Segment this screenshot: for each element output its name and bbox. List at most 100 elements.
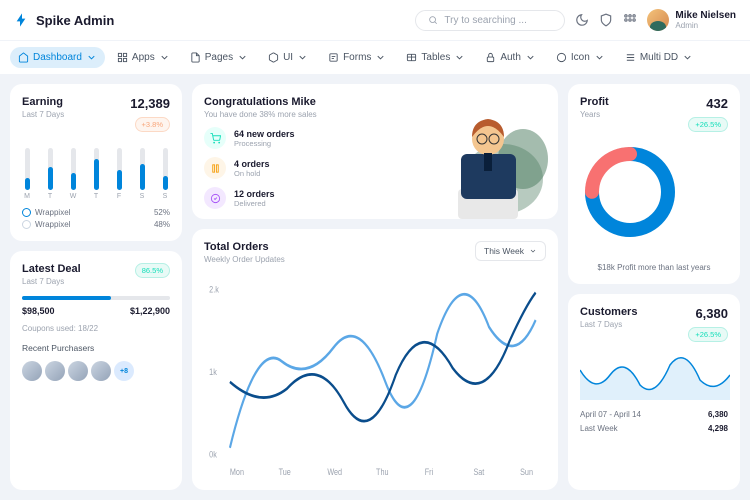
customers-title: Customers [580,306,637,318]
tab-apps[interactable]: Apps [109,47,178,68]
deal-target: $1,22,900 [130,306,170,316]
earning-change: +3.8% [135,117,170,132]
earning-chart: M T W T F S S [22,142,170,200]
orders-subtitle: Weekly Order Updates [204,255,285,264]
svg-text:Tue: Tue [279,466,291,477]
earning-value: 12,389 [130,96,170,111]
orders-title: Total Orders [204,241,285,253]
search-icon [428,15,438,25]
customers-row: April 07 - April 146,380 [580,410,728,419]
nav-tabs: Dashboard Apps Pages UI Forms Tables Aut… [0,40,750,74]
tab-pages[interactable]: Pages [182,47,256,68]
chevron-down-icon [86,52,97,63]
avatar[interactable] [68,361,88,381]
home-icon [18,52,29,63]
apps-icon[interactable] [623,13,637,27]
lock-icon [485,52,496,63]
chevron-down-icon [682,52,693,63]
profit-donut [580,142,680,242]
deal-badge: 86.5% [135,263,170,278]
box-icon [268,52,279,63]
tab-dashboard[interactable]: Dashboard [10,47,105,68]
customers-sparkline [580,350,730,400]
chevron-down-icon [237,52,248,63]
table-icon [406,52,417,63]
profit-card: Profit Years 432 +26.5% $18k Profit more t… [568,84,740,284]
svg-text:Fri: Fri [425,466,434,477]
chevron-down-icon [594,52,605,63]
customers-subtitle: Last 7 Days [580,320,637,329]
deal-title: Latest Deal [22,263,81,275]
shield-icon[interactable] [599,13,613,27]
profit-note: $18k Profit more than last years [580,263,728,272]
customers-row: Last Week4,298 [580,424,728,433]
latest-deal-card: Latest Deal Last 7 Days 86.5% $98,500 $1,2… [10,251,182,490]
app-name: Spike Admin [36,13,114,28]
chevron-down-icon [297,52,308,63]
profit-change: +26.5% [688,117,728,132]
truck-icon [204,187,226,209]
chevron-down-icon [454,52,465,63]
profit-subtitle: Years [580,110,609,119]
user-menu[interactable]: Mike Nielsen Admin [647,9,736,31]
search-input[interactable]: Try to searching ... [415,10,565,31]
customers-change: +26.5% [688,327,728,342]
user-name: Mike Nielsen [675,10,736,21]
avatar[interactable] [22,361,42,381]
chevron-down-icon [159,52,170,63]
user-role: Admin [675,21,736,30]
svg-text:2.k: 2.k [209,284,219,295]
tab-auth[interactable]: Auth [477,47,544,68]
profit-title: Profit [580,96,609,108]
file-icon [190,52,201,63]
logo[interactable]: Spike Admin [14,12,114,28]
tab-tables[interactable]: Tables [398,47,473,68]
svg-text:Thu: Thu [376,466,389,477]
period-dropdown[interactable]: This Week [475,241,546,261]
search-placeholder: Try to searching ... [444,15,526,26]
recent-purchasers-title: Recent Purchasers [22,343,170,353]
layers-icon [625,52,636,63]
avatar[interactable] [91,361,111,381]
star-icon [556,52,567,63]
deal-coupons: Coupons used: 18/22 [22,324,170,333]
avatar [647,9,669,31]
earning-subtitle: Last 7 Days [22,110,64,119]
deal-current: $98,500 [22,306,55,316]
chevron-down-icon [375,52,386,63]
tab-multidd[interactable]: Multi DD [617,47,701,68]
deal-progress [22,296,170,300]
chevron-down-icon [525,52,536,63]
avatar[interactable] [45,361,65,381]
svg-text:Sat: Sat [473,466,484,477]
legend-item: Wrappixel48% [22,220,170,229]
customers-value: 6,380 [688,306,728,321]
tab-forms[interactable]: Forms [320,47,394,68]
svg-text:Sun: Sun [520,466,533,477]
moon-icon[interactable] [575,13,589,27]
earning-title: Earning [22,96,64,108]
rocket-icon [14,12,30,28]
clipboard-icon [328,52,339,63]
cart-icon [204,127,226,149]
earning-card: Earning Last 7 Days 12,389 +3.8% M T W T F… [10,84,182,241]
deal-subtitle: Last 7 Days [22,277,81,286]
total-orders-card: Total Orders Weekly Order Updates This We… [192,229,558,490]
mascot-illustration [408,99,558,219]
customers-card: Customers Last 7 Days 6,380 +26.5% April 0… [568,294,740,490]
avatar-more[interactable]: +8 [114,361,134,381]
svg-text:0k: 0k [209,448,217,459]
chevron-down-icon [529,247,537,255]
svg-text:Mon: Mon [230,466,244,477]
tab-icon[interactable]: Icon [548,47,613,68]
tab-ui[interactable]: UI [260,47,316,68]
svg-text:1k: 1k [209,366,217,377]
legend-item: Wrappixel52% [22,208,170,217]
recent-purchasers: +8 [22,361,170,381]
congrats-card: Congratulations Mike You have done 38% m… [192,84,558,219]
grid-icon [117,52,128,63]
profit-value: 432 [688,96,728,111]
svg-text:Wed: Wed [327,466,342,477]
orders-line-chart: 2.k 1k 0k Mon Tue Wed Thu Fri Sat Sun [204,272,546,478]
pause-icon [204,157,226,179]
